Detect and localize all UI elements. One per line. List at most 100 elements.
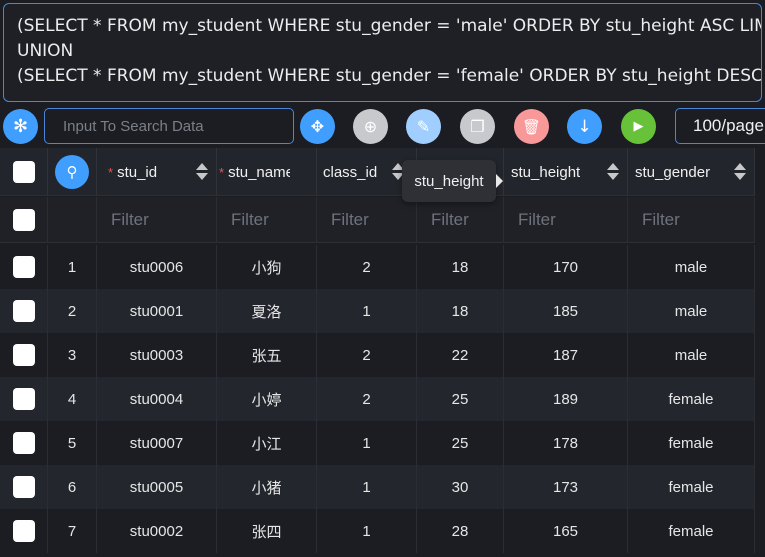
cell-stu-height[interactable]: 185	[504, 289, 628, 333]
row-checkbox[interactable]	[12, 256, 35, 278]
row-checkbox[interactable]	[12, 300, 35, 322]
cell-stu-id[interactable]: stu0006	[97, 245, 217, 289]
row-number-cell: 7	[48, 509, 97, 553]
row-select-cell	[0, 245, 48, 289]
cell-stu-age[interactable]: 22	[417, 333, 504, 377]
move-button[interactable]: ✥	[300, 109, 335, 144]
column-tooltip: stu_height	[402, 160, 503, 202]
table-row[interactable]: 4 stu0004 小婷 2 25 189 female	[0, 377, 755, 421]
filter-input-stu-age[interactable]: Filter	[417, 197, 504, 242]
vertical-scrollbar[interactable]	[755, 148, 765, 557]
filter-input-stu-id[interactable]: Filter	[97, 197, 217, 242]
row-checkbox[interactable]	[12, 344, 35, 366]
column-search-button[interactable]: ⚲	[55, 155, 89, 189]
cell-stu-name[interactable]: 小江	[217, 421, 317, 465]
cell-stu-gender[interactable]: male	[628, 333, 755, 377]
cell-stu-age[interactable]: 28	[417, 509, 504, 553]
edit-button[interactable]: ✎	[406, 109, 441, 144]
table-row[interactable]: 1 stu0006 小狗 2 18 170 male	[0, 245, 755, 289]
filter-input-stu-gender[interactable]: Filter	[628, 197, 755, 242]
page-size-select[interactable]: 100/page	[675, 108, 765, 144]
cell-stu-height[interactable]: 170	[504, 245, 628, 289]
cell-class-id[interactable]: 2	[317, 377, 417, 421]
cell-stu-gender[interactable]: female	[628, 509, 755, 553]
row-select-cell	[0, 333, 48, 377]
filter-input-stu-name[interactable]: Filter	[217, 197, 317, 242]
copy-button[interactable]: ❐	[460, 109, 495, 144]
cell-stu-gender[interactable]: female	[628, 465, 755, 509]
cell-class-id[interactable]: 1	[317, 465, 417, 509]
cell-stu-name[interactable]: 小猪	[217, 465, 317, 509]
toolbar: ✻ ✥ ⊕ ✎ ❐ 🗑 ↓ ▶ 100/page	[0, 106, 765, 146]
row-number-cell: 3	[48, 333, 97, 377]
column-header-stu-gender[interactable]: stu_gender	[628, 148, 755, 196]
cell-stu-height[interactable]: 178	[504, 421, 628, 465]
column-header-stu-height[interactable]: stu_height	[504, 148, 628, 196]
table-header: ⚲ * stu_id * stu_name class_id stu_heigh…	[0, 148, 755, 196]
sort-icon[interactable]	[607, 163, 619, 181]
settings-button[interactable]: ✻	[3, 109, 38, 144]
cell-class-id[interactable]: 2	[317, 245, 417, 289]
sort-icon[interactable]	[734, 163, 746, 181]
add-row-button[interactable]: ⊕	[353, 109, 388, 144]
table-row[interactable]: 5 stu0007 小江 1 25 178 female	[0, 421, 755, 465]
cell-class-id[interactable]: 1	[317, 289, 417, 333]
cell-stu-name[interactable]: 小狗	[217, 245, 317, 289]
cell-stu-id[interactable]: stu0004	[97, 377, 217, 421]
row-checkbox[interactable]	[12, 388, 35, 410]
cell-stu-name[interactable]: 张五	[217, 333, 317, 377]
cell-stu-gender[interactable]: male	[628, 245, 755, 289]
table-row[interactable]: 3 stu0003 张五 2 22 187 male	[0, 333, 755, 377]
cell-stu-gender[interactable]: female	[628, 377, 755, 421]
cell-stu-height[interactable]: 173	[504, 465, 628, 509]
cell-stu-id[interactable]: stu0002	[97, 509, 217, 553]
search-column-cell: ⚲	[48, 148, 97, 196]
cell-stu-id[interactable]: stu0005	[97, 465, 217, 509]
search-input[interactable]	[44, 108, 294, 144]
download-button[interactable]: ↓	[567, 109, 602, 144]
table-row[interactable]: 6 stu0005 小猪 1 30 173 female	[0, 465, 755, 509]
cell-stu-name[interactable]: 张四	[217, 509, 317, 553]
cell-stu-height[interactable]: 165	[504, 509, 628, 553]
sql-query-editor[interactable]: (SELECT * FROM my_student WHERE stu_gend…	[3, 3, 762, 102]
cell-stu-age[interactable]: 30	[417, 465, 504, 509]
cell-stu-id[interactable]: stu0003	[97, 333, 217, 377]
cell-stu-id[interactable]: stu0001	[97, 289, 217, 333]
row-number-cell: 5	[48, 421, 97, 465]
row-select-cell	[0, 377, 48, 421]
cell-stu-name[interactable]: 小婷	[217, 377, 317, 421]
cell-stu-id[interactable]: stu0007	[97, 421, 217, 465]
cell-stu-height[interactable]: 189	[504, 377, 628, 421]
cell-class-id[interactable]: 2	[317, 333, 417, 377]
row-select-cell	[0, 421, 48, 465]
row-number-cell: 4	[48, 377, 97, 421]
table-row[interactable]: 7 stu0002 张四 1 28 165 female	[0, 509, 755, 553]
cell-stu-age[interactable]: 25	[417, 377, 504, 421]
filter-row-checkbox[interactable]	[12, 208, 35, 231]
cell-class-id[interactable]: 1	[317, 421, 417, 465]
cell-class-id[interactable]: 1	[317, 509, 417, 553]
cell-stu-gender[interactable]: female	[628, 421, 755, 465]
column-header-stu-name[interactable]: * stu_name	[217, 148, 317, 196]
cell-stu-height[interactable]: 187	[504, 333, 628, 377]
cell-stu-name[interactable]: 夏洛	[217, 289, 317, 333]
filter-input-stu-height[interactable]: Filter	[504, 197, 628, 242]
row-checkbox[interactable]	[12, 432, 35, 454]
cell-stu-age[interactable]: 18	[417, 289, 504, 333]
required-marker: *	[219, 164, 225, 180]
row-checkbox[interactable]	[12, 476, 35, 498]
column-header-stu-id[interactable]: * stu_id	[97, 148, 217, 196]
cell-stu-gender[interactable]: male	[628, 289, 755, 333]
delete-button[interactable]: 🗑	[514, 109, 549, 144]
table-row[interactable]: 2 stu0001 夏洛 1 18 185 male	[0, 289, 755, 333]
select-all-checkbox[interactable]	[12, 161, 35, 183]
column-label: stu_gender	[635, 163, 711, 181]
row-select-cell	[0, 509, 48, 553]
run-button[interactable]: ▶	[621, 109, 656, 144]
search-icon: ⚲	[66, 164, 78, 181]
sort-icon[interactable]	[196, 163, 208, 181]
row-checkbox[interactable]	[12, 520, 35, 542]
cell-stu-age[interactable]: 18	[417, 245, 504, 289]
filter-input-class-id[interactable]: Filter	[317, 197, 417, 242]
cell-stu-age[interactable]: 25	[417, 421, 504, 465]
